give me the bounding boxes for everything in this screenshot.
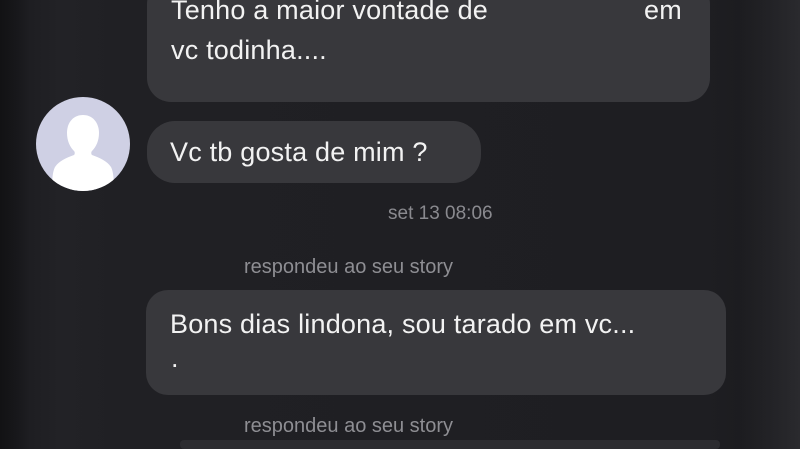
screen-edge-left (0, 0, 30, 449)
screen-edge-right (740, 0, 800, 449)
story-reply-note-2: respondeu ao seu story (244, 415, 454, 437)
message-1-line-1: Tenho a maior vontade de (171, 0, 489, 25)
avatar[interactable] (36, 97, 130, 191)
story-reply-note-1: respondeu ao seu story (244, 256, 454, 278)
story-preview[interactable] (180, 440, 720, 449)
message-bubble-2[interactable]: Vc tb gosta de mim ? (147, 121, 481, 183)
message-1-line-2: vc todinha.... (171, 35, 327, 65)
chat-screen: Tenho a maior vontade de em vc todinha..… (0, 0, 800, 449)
message-2-text: Vc tb gosta de mim ? (170, 137, 428, 167)
default-user-avatar-icon (52, 115, 114, 191)
message-bubble-3[interactable]: Bons dias lindona, sou tarado em vc... . (146, 290, 726, 395)
message-3-line-2: . (171, 343, 179, 373)
message-timestamp: set 13 08:06 (388, 203, 493, 224)
message-1-line-1-end: em (644, 0, 682, 25)
message-bubble-1[interactable]: Tenho a maior vontade de em vc todinha..… (147, 0, 710, 102)
message-3-line-1: Bons dias lindona, sou tarado em vc... (170, 309, 636, 339)
